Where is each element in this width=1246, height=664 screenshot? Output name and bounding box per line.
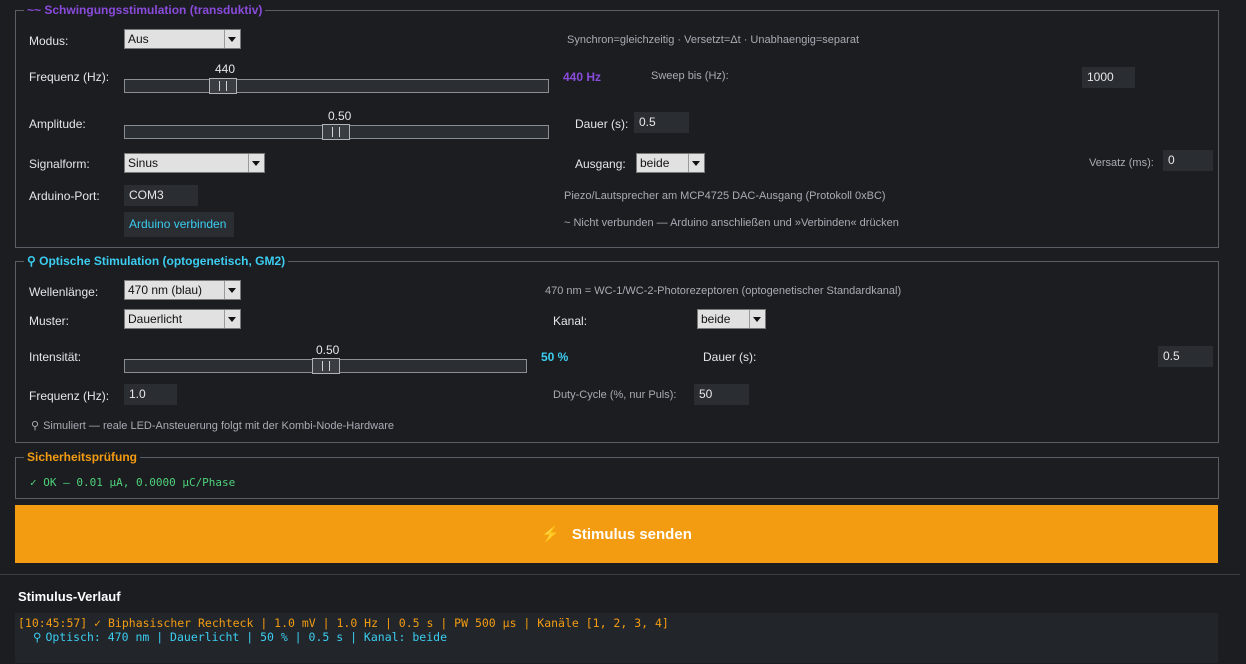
output-select[interactable]: beide	[636, 153, 705, 173]
lightbulb-icon: ⚲	[31, 420, 40, 432]
amplitude-slider-value: 0.50	[328, 109, 352, 123]
pattern-select-value: Dauerlicht	[128, 312, 183, 326]
waveform-select[interactable]: Sinus	[124, 153, 265, 173]
opt-duration-label: Dauer (s):	[703, 350, 757, 364]
frequency-slider-value: 440	[215, 62, 236, 76]
send-stimulus-label: Stimulus senden	[571, 525, 692, 543]
duty-cycle-label: Duty-Cycle (%, nur Puls):	[553, 389, 677, 401]
pattern-select[interactable]: Dauerlicht	[124, 309, 241, 329]
amplitude-slider-handle[interactable]	[322, 124, 350, 140]
frequency-label: Frequenz (Hz):	[29, 70, 110, 84]
offset-label: Versatz (ms):	[1089, 157, 1154, 169]
wavelength-label: Wellenlänge:	[29, 285, 99, 299]
modus-select[interactable]: Aus	[124, 29, 241, 49]
history-log: [10:45:57] ✓ Biphasischer Rechteck | 1.0…	[15, 613, 1218, 663]
frequency-slider-track[interactable]	[124, 79, 549, 93]
optical-group-title: ⚲ Optische Stimulation (optogenetisch, G…	[24, 254, 289, 268]
vibration-group-title: ~~ Schwingungsstimulation (transduktiv)	[24, 3, 266, 17]
waveform-select-value: Sinus	[128, 156, 159, 170]
simulation-note: ⚲ Simuliert — reale LED-Ansteuerung folgt…	[31, 420, 394, 432]
chevron-down-icon[interactable]	[248, 154, 264, 172]
wavelength-select[interactable]: 470 nm (blau)	[124, 280, 241, 300]
wavelength-select-value: 470 nm (blau)	[128, 283, 203, 297]
wavelength-hint: 470 nm = WC-1/WC-2-Photorezeptoren (opto…	[545, 285, 902, 297]
chevron-down-icon[interactable]	[224, 310, 240, 328]
history-entry-optical: ⚲ Optisch: 470 nm | Dauerlicht | 50 % | 0…	[33, 630, 448, 644]
output-select-value: beide	[640, 156, 670, 170]
history-title: Stimulus-Verlauf	[18, 589, 121, 604]
vib-duration-label: Dauer (s):	[575, 117, 629, 131]
chevron-down-icon[interactable]	[224, 30, 240, 48]
output-label: Ausgang:	[575, 157, 626, 171]
frequency-slider-handle[interactable]	[209, 78, 237, 94]
chevron-down-icon[interactable]	[749, 310, 765, 328]
channel-select-value: beide	[701, 312, 731, 326]
connection-status: ~ Nicht verbunden — Arduino anschließen …	[564, 217, 899, 229]
intensity-slider-handle[interactable]	[312, 358, 340, 374]
opt-frequency-input[interactable]: 1.0	[124, 384, 177, 405]
arduino-port-label: Arduino-Port:	[29, 189, 100, 203]
channel-select[interactable]: beide	[697, 309, 766, 329]
wave-icon: ~~	[27, 3, 42, 17]
chevron-down-icon[interactable]	[688, 154, 704, 172]
lightning-icon: ⚡	[541, 526, 560, 543]
send-stimulus-button[interactable]: ⚡ Stimulus senden	[15, 505, 1218, 563]
modus-select-value: Aus	[128, 32, 149, 46]
duty-cycle-input[interactable]: 50	[694, 384, 749, 405]
pattern-label: Muster:	[29, 314, 70, 328]
arduino-port-input[interactable]: COM3	[124, 185, 198, 206]
sweep-label: Sweep bis (Hz):	[651, 70, 729, 82]
opt-frequency-label: Frequenz (Hz):	[29, 389, 110, 403]
opt-duration-input[interactable]: 0.5	[1158, 346, 1213, 367]
arduino-port-hint: Piezo/Lautsprecher am MCP4725 DAC-Ausgan…	[564, 190, 886, 202]
channel-label: Kanal:	[553, 314, 588, 328]
safety-group-title: Sicherheitsprüfung	[24, 450, 141, 464]
lightbulb-icon: ⚲	[27, 254, 36, 268]
modus-hint: Synchron=gleichzeitig · Versetzt=Δt · Un…	[567, 34, 859, 46]
intensity-slider-value: 0.50	[316, 343, 340, 357]
sweep-input[interactable]: 1000	[1082, 67, 1135, 88]
history-entry-electrical: [10:45:57] ✓ Biphasischer Rechteck | 1.0…	[18, 616, 669, 630]
intensity-display: 50 %	[541, 350, 569, 364]
chevron-down-icon[interactable]	[224, 281, 240, 299]
amplitude-label: Amplitude:	[29, 117, 86, 131]
lightbulb-icon: ⚲	[33, 630, 42, 644]
waveform-label: Signalform:	[29, 157, 90, 171]
frequency-display: 440 Hz	[563, 70, 602, 84]
modus-label: Modus:	[29, 34, 69, 48]
safety-status: ✓ OK — 0.01 µA, 0.0000 µC/Phase	[30, 476, 236, 489]
offset-input[interactable]: 0	[1163, 150, 1213, 171]
vib-duration-input[interactable]: 0.5	[634, 112, 689, 133]
arduino-connect-button[interactable]: Arduino verbinden	[124, 212, 234, 237]
section-divider	[0, 574, 1240, 575]
intensity-label: Intensität:	[29, 350, 82, 364]
